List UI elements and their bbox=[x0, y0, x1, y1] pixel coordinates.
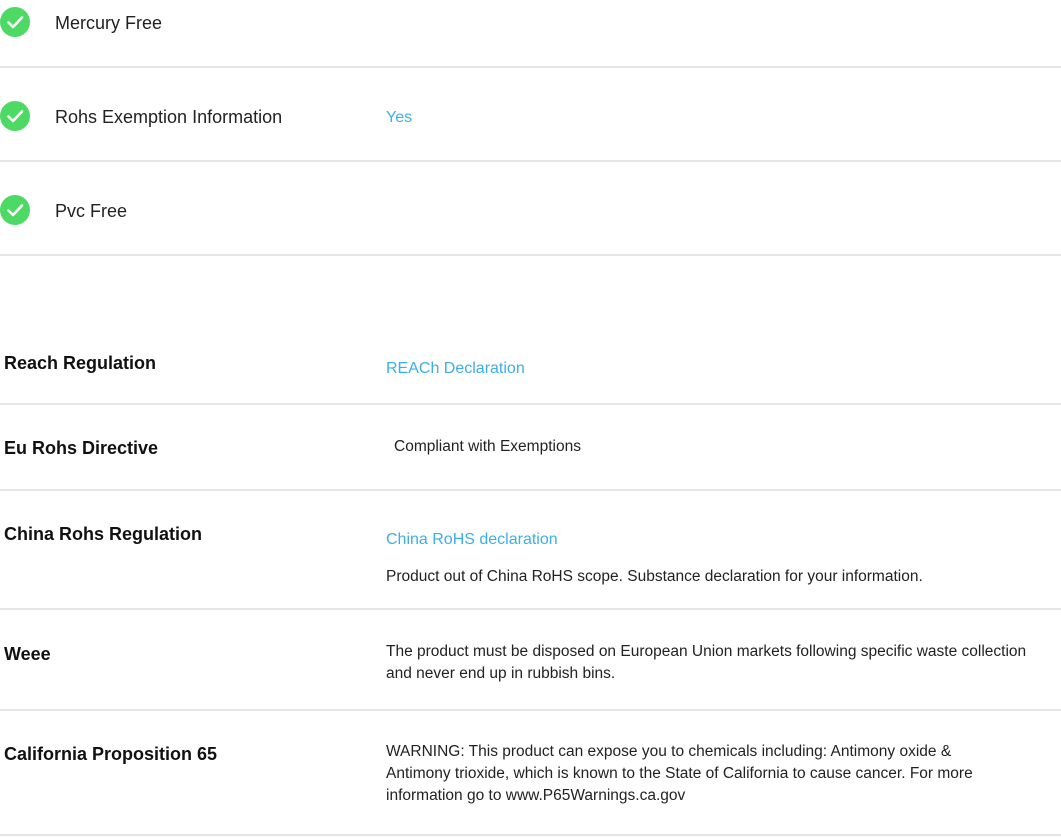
eu-rohs-directive-label: Eu Rohs Directive bbox=[4, 438, 159, 458]
check-circle-icon bbox=[0, 7, 30, 37]
divider bbox=[0, 160, 1061, 162]
china-rohs-declaration-link[interactable]: China RoHS declaration bbox=[386, 530, 558, 550]
divider bbox=[0, 834, 1061, 836]
china-rohs-regulation-label: China Rohs Regulation bbox=[4, 524, 202, 544]
divider bbox=[0, 66, 1061, 68]
feature-label-mercury-free: Mercury Free bbox=[55, 13, 163, 33]
feature-label-pvc-free: Pvc Free bbox=[55, 201, 128, 221]
feature-label-rohs-exemption: Rohs Exemption Information bbox=[55, 107, 283, 127]
california-proposition-65-warning: WARNING: This product can expose you to … bbox=[386, 743, 973, 804]
reach-regulation-label: Reach Regulation bbox=[4, 353, 157, 373]
check-circle-icon bbox=[0, 101, 30, 131]
reach-declaration-link[interactable]: REACh Declaration bbox=[386, 359, 525, 379]
divider bbox=[0, 709, 1061, 711]
divider bbox=[0, 608, 1061, 610]
weee-label: Weee bbox=[4, 644, 51, 664]
divider bbox=[0, 403, 1061, 405]
weee-disposal-text: The product must be disposed on European… bbox=[386, 643, 1027, 682]
california-proposition-65-label: California Proposition 65 bbox=[4, 744, 218, 764]
divider bbox=[0, 489, 1061, 491]
check-circle-icon bbox=[0, 195, 30, 225]
eu-rohs-directive-value: Compliant with Exemptions bbox=[394, 438, 581, 455]
rohs-exemption-value-link[interactable]: Yes bbox=[386, 108, 412, 128]
china-rohs-scope-note: Product out of China RoHS scope. Substan… bbox=[386, 568, 923, 585]
divider bbox=[0, 254, 1061, 256]
